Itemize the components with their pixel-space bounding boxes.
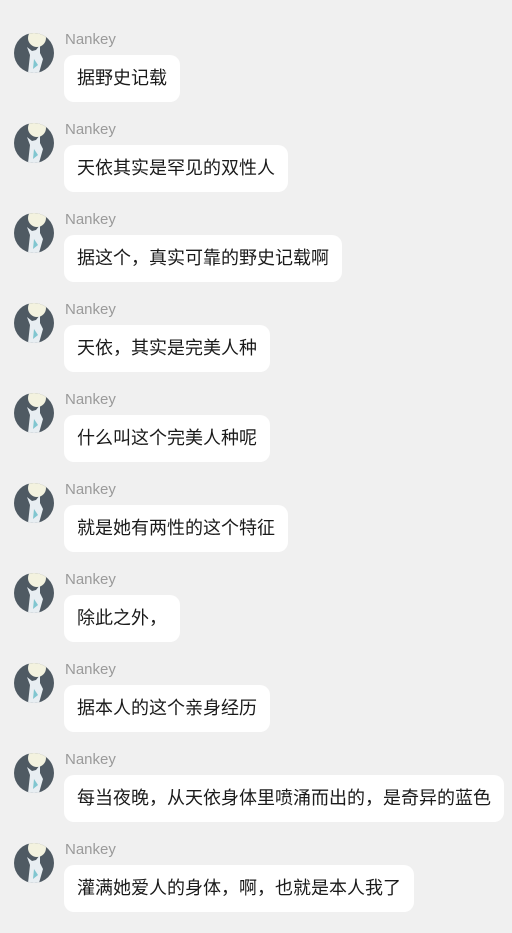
avatar[interactable] [14,663,54,703]
sender-name: Nankey [65,841,116,858]
chat-message: Nankey 什么叫这个完美人种呢 [0,391,512,481]
cat-silhouette-avatar-icon [14,483,54,523]
cat-silhouette-avatar-icon [14,573,54,613]
sender-name: Nankey [65,31,116,48]
avatar[interactable] [14,213,54,253]
chat-message: Nankey 天依，其实是完美人种 [0,301,512,391]
sender-name: Nankey [65,211,116,228]
message-bubble[interactable]: 天依，其实是完美人种 [64,325,270,372]
sender-name: Nankey [65,751,116,768]
chat-message: Nankey 据野史记载 [0,31,512,121]
avatar[interactable] [14,123,54,163]
chat-message: Nankey 天依其实是罕见的双性人 [0,121,512,211]
chat-message: Nankey 灌满她爱人的身体，啊，也就是本人我了 [0,841,512,931]
avatar[interactable] [14,573,54,613]
sender-name: Nankey [65,301,116,318]
avatar[interactable] [14,753,54,793]
cat-silhouette-avatar-icon [14,663,54,703]
cat-silhouette-avatar-icon [14,213,54,253]
message-bubble[interactable]: 每当夜晚，从天依身体里喷涌而出的，是奇异的蓝色 [64,775,504,822]
sender-name: Nankey [65,121,116,138]
cat-silhouette-avatar-icon [14,753,54,793]
avatar[interactable] [14,393,54,433]
cat-silhouette-avatar-icon [14,33,54,73]
sender-name: Nankey [65,571,116,588]
sender-name: Nankey [65,661,116,678]
cat-silhouette-avatar-icon [14,393,54,433]
chat-message: Nankey 每当夜晚，从天依身体里喷涌而出的，是奇异的蓝色 [0,751,512,841]
sender-name: Nankey [65,391,116,408]
chat-message-list: Nankey 据野史记载 Nankey 天依其实是罕见的双性人 Nankey 据… [0,0,512,933]
avatar[interactable] [14,483,54,523]
chat-message: Nankey 据本人的这个亲身经历 [0,661,512,751]
message-bubble[interactable]: 灌满她爱人的身体，啊，也就是本人我了 [64,865,414,912]
message-bubble[interactable]: 天依其实是罕见的双性人 [64,145,288,192]
message-bubble[interactable]: 什么叫这个完美人种呢 [64,415,270,462]
cat-silhouette-avatar-icon [14,123,54,163]
cat-silhouette-avatar-icon [14,843,54,883]
chat-message: Nankey 据这个，真实可靠的野史记载啊 [0,211,512,301]
message-bubble[interactable]: 除此之外， [64,595,180,642]
avatar[interactable] [14,303,54,343]
avatar[interactable] [14,33,54,73]
message-bubble[interactable]: 据这个，真实可靠的野史记载啊 [64,235,342,282]
chat-message: Nankey 除此之外， [0,571,512,661]
cat-silhouette-avatar-icon [14,303,54,343]
message-bubble[interactable]: 就是她有两性的这个特征 [64,505,288,552]
chat-message: Nankey 就是她有两性的这个特征 [0,481,512,571]
message-bubble[interactable]: 据本人的这个亲身经历 [64,685,270,732]
message-bubble[interactable]: 据野史记载 [64,55,180,102]
avatar[interactable] [14,843,54,883]
sender-name: Nankey [65,481,116,498]
